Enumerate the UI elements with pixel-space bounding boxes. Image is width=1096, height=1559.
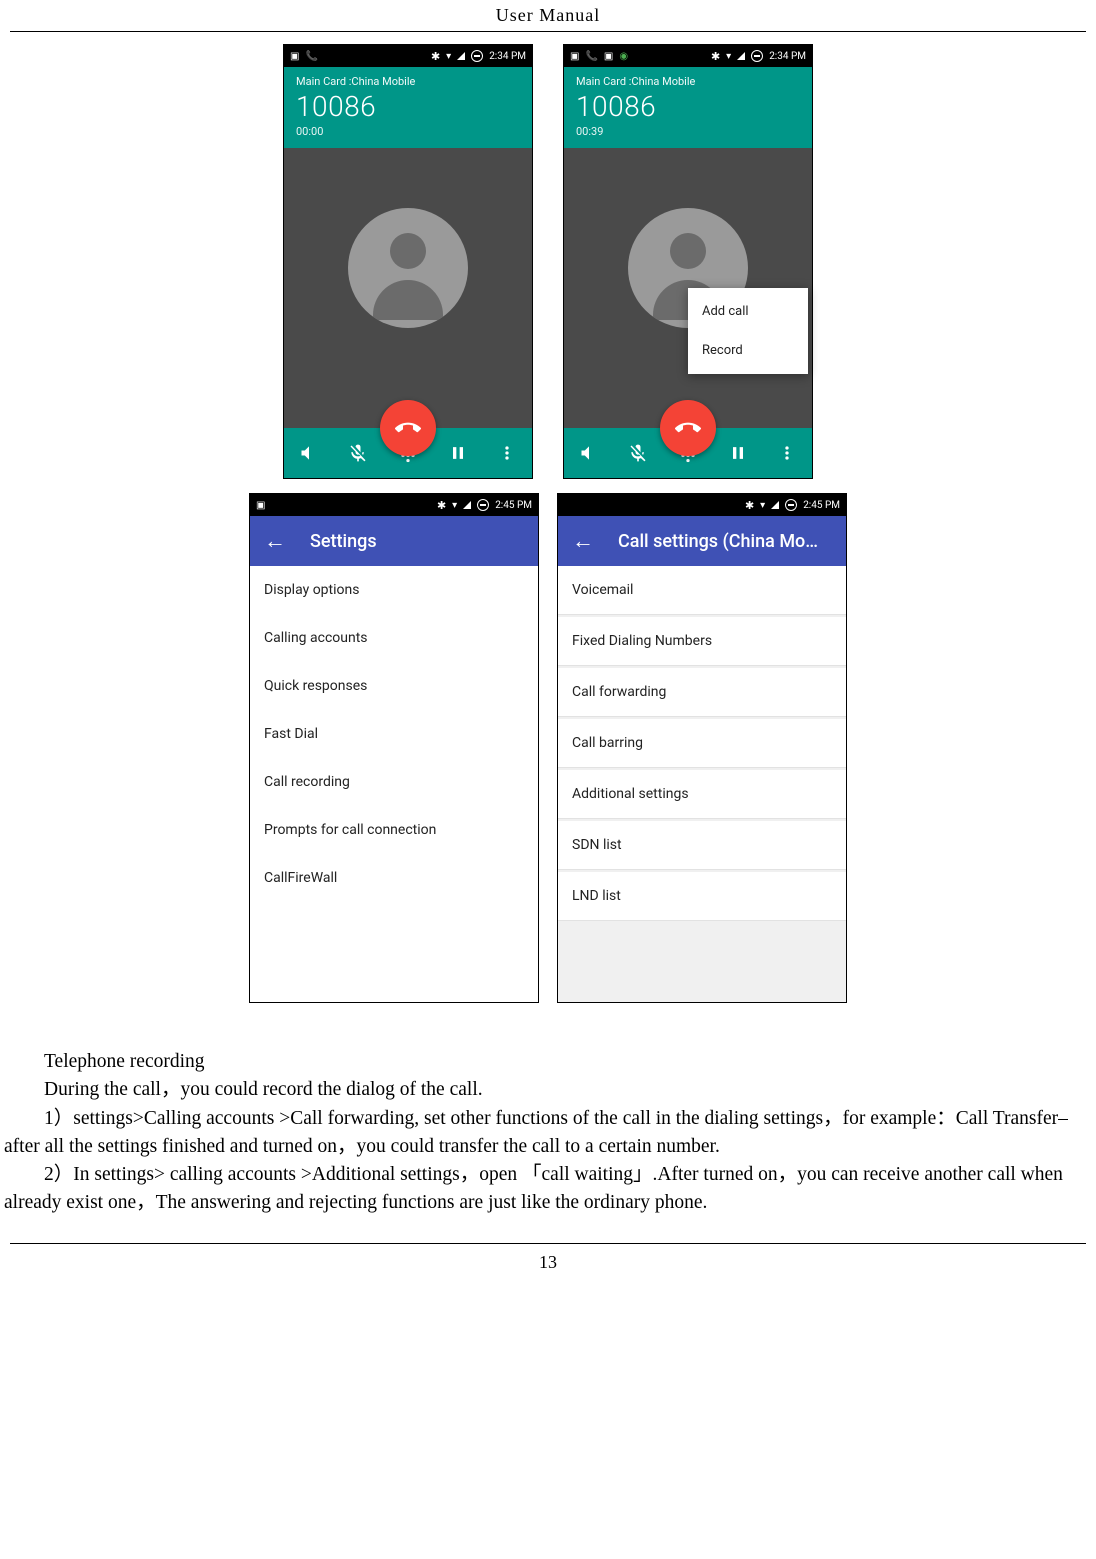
list-item[interactable]: Quick responses bbox=[250, 662, 538, 710]
page-header: User Manual bbox=[0, 5, 1096, 26]
alarm-icon: ▣ bbox=[290, 51, 299, 62]
section-heading: Telephone recording bbox=[4, 1048, 1092, 1076]
list-item[interactable]: Voicemail bbox=[558, 566, 846, 615]
clock-text: 2:45 PM bbox=[495, 500, 532, 511]
signal-icon bbox=[457, 52, 465, 60]
contact-avatar bbox=[348, 208, 468, 328]
wifi-icon: ▾ bbox=[760, 500, 765, 511]
list-item[interactable]: CallFireWall bbox=[250, 854, 538, 902]
document-page: User Manual ▣ 📞 ✱ ▾ 2:34 PM Main Card :C bbox=[0, 5, 1096, 1303]
list-item[interactable]: Display options bbox=[250, 566, 538, 614]
menu-record[interactable]: Record bbox=[688, 331, 808, 370]
speaker-button[interactable] bbox=[571, 435, 607, 471]
screenshot-call-a: ▣ 📞 ✱ ▾ 2:34 PM Main Card :China Mobile … bbox=[283, 44, 533, 479]
phone-icon: 📞 bbox=[585, 51, 597, 62]
body-text: Telephone recording During the call，you … bbox=[0, 1048, 1096, 1218]
app-icon: ◉ bbox=[619, 51, 628, 62]
call-timer: 00:39 bbox=[576, 125, 800, 138]
app-bar: ← Call settings (China Mo… bbox=[558, 516, 846, 566]
settings-list-a: Display options Calling accounts Quick r… bbox=[250, 566, 538, 1002]
hangup-button[interactable] bbox=[380, 400, 436, 456]
bluetooth-icon: ✱ bbox=[431, 50, 440, 63]
paragraph: 2）In settings> calling accounts >Additio… bbox=[4, 1161, 1092, 1218]
screenshot-settings-b: ✱ ▾ 2:45 PM ← Call settings (China Mo… V… bbox=[557, 493, 847, 1003]
signal-icon bbox=[771, 501, 779, 509]
footer-rule bbox=[10, 1243, 1086, 1244]
paragraph: 1）settings>Calling accounts >Call forwar… bbox=[4, 1105, 1092, 1162]
header-rule bbox=[10, 31, 1086, 32]
list-item[interactable]: LND list bbox=[558, 872, 846, 921]
wifi-icon: ▾ bbox=[452, 500, 457, 511]
bluetooth-icon: ✱ bbox=[745, 499, 754, 512]
more-button[interactable] bbox=[489, 435, 525, 471]
call-timer: 00:00 bbox=[296, 125, 520, 138]
dnd-icon bbox=[471, 50, 483, 62]
list-item[interactable]: Prompts for call connection bbox=[250, 806, 538, 854]
call-info-panel: Main Card :China Mobile 10086 00:39 bbox=[564, 67, 812, 148]
app-bar-title: Settings bbox=[310, 531, 377, 552]
hold-button[interactable] bbox=[440, 435, 476, 471]
list-item[interactable]: Call recording bbox=[250, 758, 538, 806]
call-body bbox=[284, 148, 532, 428]
signal-icon bbox=[463, 501, 471, 509]
wifi-icon: ▾ bbox=[726, 51, 731, 62]
dnd-icon bbox=[751, 50, 763, 62]
screenshot-call-b: ▣ 📞 ▣ ◉ ✱ ▾ 2:34 PM Main Card :China Mob… bbox=[563, 44, 813, 479]
back-button[interactable]: ← bbox=[572, 528, 594, 554]
list-item[interactable]: SDN list bbox=[558, 821, 846, 870]
status-bar: ✱ ▾ 2:45 PM bbox=[558, 494, 846, 516]
screenshot-settings-a: ▣ ✱ ▾ 2:45 PM ← Settings Display options… bbox=[249, 493, 539, 1003]
more-button[interactable] bbox=[769, 435, 805, 471]
wifi-icon: ▾ bbox=[446, 51, 451, 62]
mute-button[interactable] bbox=[340, 435, 376, 471]
status-bar: ▣ 📞 ✱ ▾ 2:34 PM bbox=[284, 45, 532, 67]
clock-text: 2:45 PM bbox=[803, 500, 840, 511]
app-bar: ← Settings bbox=[250, 516, 538, 566]
dnd-icon bbox=[785, 499, 797, 511]
list-item[interactable]: Fixed Dialing Numbers bbox=[558, 617, 846, 666]
list-item[interactable]: Call barring bbox=[558, 719, 846, 768]
back-button[interactable]: ← bbox=[264, 528, 286, 554]
app-bar-title: Call settings (China Mo… bbox=[618, 531, 818, 552]
page-number: 13 bbox=[0, 1252, 1096, 1273]
hold-button[interactable] bbox=[720, 435, 756, 471]
more-menu-popup: Add call Record bbox=[688, 288, 808, 374]
list-item[interactable]: Additional settings bbox=[558, 770, 846, 819]
dnd-icon bbox=[477, 499, 489, 511]
hangup-button[interactable] bbox=[660, 400, 716, 456]
menu-add-call[interactable]: Add call bbox=[688, 292, 808, 331]
mute-button[interactable] bbox=[620, 435, 656, 471]
settings-list-b: Voicemail Fixed Dialing Numbers Call for… bbox=[558, 566, 846, 1002]
screenshot-row-top: ▣ 📞 ✱ ▾ 2:34 PM Main Card :China Mobile … bbox=[0, 44, 1096, 479]
list-item[interactable]: Calling accounts bbox=[250, 614, 538, 662]
clock-text: 2:34 PM bbox=[489, 51, 526, 62]
speaker-button[interactable] bbox=[291, 435, 327, 471]
paragraph: During the call，you could record the dia… bbox=[4, 1076, 1092, 1104]
clock-text: 2:34 PM bbox=[769, 51, 806, 62]
call-info-panel: Main Card :China Mobile 10086 00:00 bbox=[284, 67, 532, 148]
bluetooth-icon: ✱ bbox=[711, 50, 720, 63]
screenshot-row-bottom: ▣ ✱ ▾ 2:45 PM ← Settings Display options… bbox=[0, 493, 1096, 1003]
status-bar: ▣ ✱ ▾ 2:45 PM bbox=[250, 494, 538, 516]
screenshot-icon: ▣ bbox=[256, 500, 265, 511]
bluetooth-icon: ✱ bbox=[437, 499, 446, 512]
call-body: Add call Record bbox=[564, 148, 812, 428]
list-item[interactable]: Fast Dial bbox=[250, 710, 538, 758]
carrier-label: Main Card :China Mobile bbox=[576, 75, 800, 88]
screenshot-icon: ▣ bbox=[604, 51, 613, 62]
alarm-icon: ▣ bbox=[570, 51, 579, 62]
call-number: 10086 bbox=[576, 90, 800, 123]
list-item[interactable]: Call forwarding bbox=[558, 668, 846, 717]
signal-icon bbox=[737, 52, 745, 60]
phone-icon: 📞 bbox=[305, 51, 317, 62]
call-number: 10086 bbox=[296, 90, 520, 123]
carrier-label: Main Card :China Mobile bbox=[296, 75, 520, 88]
status-bar: ▣ 📞 ▣ ◉ ✱ ▾ 2:34 PM bbox=[564, 45, 812, 67]
